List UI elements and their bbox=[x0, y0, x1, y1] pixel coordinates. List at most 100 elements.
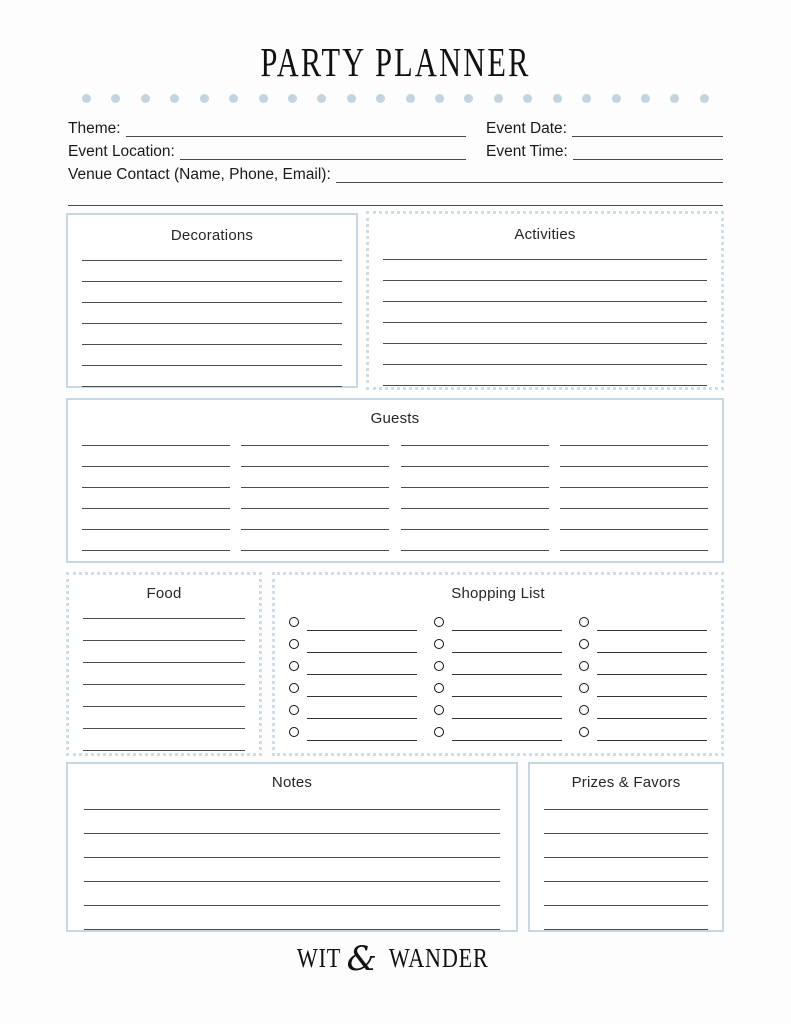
write-line[interactable] bbox=[84, 905, 500, 906]
checkbox-circle-icon[interactable] bbox=[289, 617, 299, 627]
guest-name-line[interactable] bbox=[559, 508, 708, 509]
shopping-item-line[interactable] bbox=[597, 686, 707, 697]
shopping-list-item[interactable] bbox=[289, 700, 417, 719]
write-line[interactable] bbox=[383, 385, 707, 386]
checkbox-circle-icon[interactable] bbox=[434, 727, 444, 737]
event-location-input-line[interactable] bbox=[179, 144, 466, 160]
write-line[interactable] bbox=[544, 833, 708, 834]
shopping-item-line[interactable] bbox=[452, 664, 562, 675]
shopping-item-line[interactable] bbox=[597, 664, 707, 675]
write-line[interactable] bbox=[84, 929, 500, 930]
shopping-list-item[interactable] bbox=[434, 634, 562, 653]
write-line[interactable] bbox=[82, 281, 342, 282]
checkbox-circle-icon[interactable] bbox=[289, 683, 299, 693]
guest-name-line[interactable] bbox=[82, 487, 230, 488]
write-line[interactable] bbox=[383, 364, 707, 365]
write-line[interactable] bbox=[544, 857, 708, 858]
shopping-list-item[interactable] bbox=[434, 678, 562, 697]
notes-lines[interactable] bbox=[84, 809, 500, 930]
shopping-item-line[interactable] bbox=[307, 664, 417, 675]
shopping-list-item[interactable] bbox=[434, 656, 562, 675]
write-line[interactable] bbox=[383, 301, 707, 302]
write-line[interactable] bbox=[83, 750, 245, 751]
shopping-item-line[interactable] bbox=[307, 708, 417, 719]
guest-name-line[interactable] bbox=[241, 550, 390, 551]
shopping-list-item[interactable] bbox=[434, 700, 562, 719]
decorations-lines[interactable] bbox=[82, 260, 342, 387]
guest-name-line[interactable] bbox=[82, 445, 230, 446]
guest-name-line[interactable] bbox=[559, 529, 708, 530]
shopping-list-item[interactable] bbox=[434, 612, 562, 631]
checkbox-circle-icon[interactable] bbox=[434, 639, 444, 649]
guest-name-line[interactable] bbox=[400, 445, 549, 446]
shopping-item-line[interactable] bbox=[452, 686, 562, 697]
write-line[interactable] bbox=[83, 684, 245, 685]
shopping-item-line[interactable] bbox=[452, 620, 562, 631]
write-line[interactable] bbox=[544, 809, 708, 810]
venue-contact-overflow-line[interactable] bbox=[68, 190, 723, 206]
write-line[interactable] bbox=[82, 365, 342, 366]
header-row-venue-contact-overflow[interactable] bbox=[68, 183, 723, 206]
guest-name-line[interactable] bbox=[82, 466, 230, 467]
shopping-list-item[interactable] bbox=[289, 634, 417, 653]
write-line[interactable] bbox=[82, 344, 342, 345]
write-line[interactable] bbox=[84, 833, 500, 834]
write-line[interactable] bbox=[383, 322, 707, 323]
write-line[interactable] bbox=[82, 302, 342, 303]
guest-name-line[interactable] bbox=[400, 466, 549, 467]
guest-name-line[interactable] bbox=[82, 508, 230, 509]
guest-name-line[interactable] bbox=[241, 445, 390, 446]
checkbox-circle-icon[interactable] bbox=[289, 639, 299, 649]
write-line[interactable] bbox=[83, 618, 245, 619]
checkbox-circle-icon[interactable] bbox=[434, 661, 444, 671]
shopping-item-line[interactable] bbox=[452, 730, 562, 741]
checkbox-circle-icon[interactable] bbox=[434, 683, 444, 693]
guest-name-line[interactable] bbox=[559, 445, 708, 446]
write-line[interactable] bbox=[383, 343, 707, 344]
guest-name-line[interactable] bbox=[241, 508, 390, 509]
shopping-item-line[interactable] bbox=[307, 620, 417, 631]
write-line[interactable] bbox=[544, 905, 708, 906]
checkbox-circle-icon[interactable] bbox=[289, 727, 299, 737]
guest-name-line[interactable] bbox=[241, 529, 390, 530]
checkbox-circle-icon[interactable] bbox=[434, 705, 444, 715]
shopping-list-item[interactable] bbox=[434, 722, 562, 741]
event-time-field[interactable]: Event Time: bbox=[486, 143, 723, 160]
guest-name-line[interactable] bbox=[400, 550, 549, 551]
shopping-item-line[interactable] bbox=[452, 708, 562, 719]
guest-name-line[interactable] bbox=[82, 550, 230, 551]
write-line[interactable] bbox=[83, 662, 245, 663]
shopping-list-item[interactable] bbox=[289, 722, 417, 741]
guest-name-line[interactable] bbox=[241, 466, 390, 467]
shopping-list-item[interactable] bbox=[579, 634, 707, 653]
shopping-item-line[interactable] bbox=[307, 730, 417, 741]
checkbox-circle-icon[interactable] bbox=[579, 683, 589, 693]
event-date-input-line[interactable] bbox=[572, 121, 723, 137]
write-line[interactable] bbox=[84, 881, 500, 882]
event-location-field[interactable]: Event Location: bbox=[68, 143, 466, 160]
shopping-item-line[interactable] bbox=[307, 642, 417, 653]
write-line[interactable] bbox=[383, 280, 707, 281]
guest-name-line[interactable] bbox=[400, 508, 549, 509]
checkbox-circle-icon[interactable] bbox=[579, 617, 589, 627]
shopping-list-grid[interactable] bbox=[289, 602, 707, 741]
event-date-field[interactable]: Event Date: bbox=[486, 120, 723, 137]
activities-lines[interactable] bbox=[383, 259, 707, 386]
write-line[interactable] bbox=[544, 929, 708, 930]
event-time-input-line[interactable] bbox=[572, 144, 723, 160]
food-lines[interactable] bbox=[83, 618, 245, 751]
write-line[interactable] bbox=[82, 386, 342, 387]
guest-name-line[interactable] bbox=[559, 466, 708, 467]
checkbox-circle-icon[interactable] bbox=[579, 639, 589, 649]
guest-name-line[interactable] bbox=[559, 487, 708, 488]
write-line[interactable] bbox=[84, 857, 500, 858]
write-line[interactable] bbox=[83, 706, 245, 707]
write-line[interactable] bbox=[83, 728, 245, 729]
shopping-item-line[interactable] bbox=[452, 642, 562, 653]
write-line[interactable] bbox=[83, 640, 245, 641]
shopping-item-line[interactable] bbox=[597, 642, 707, 653]
shopping-list-item[interactable] bbox=[579, 722, 707, 741]
shopping-list-item[interactable] bbox=[289, 678, 417, 697]
guests-grid[interactable] bbox=[82, 427, 708, 551]
shopping-list-item[interactable] bbox=[289, 612, 417, 631]
